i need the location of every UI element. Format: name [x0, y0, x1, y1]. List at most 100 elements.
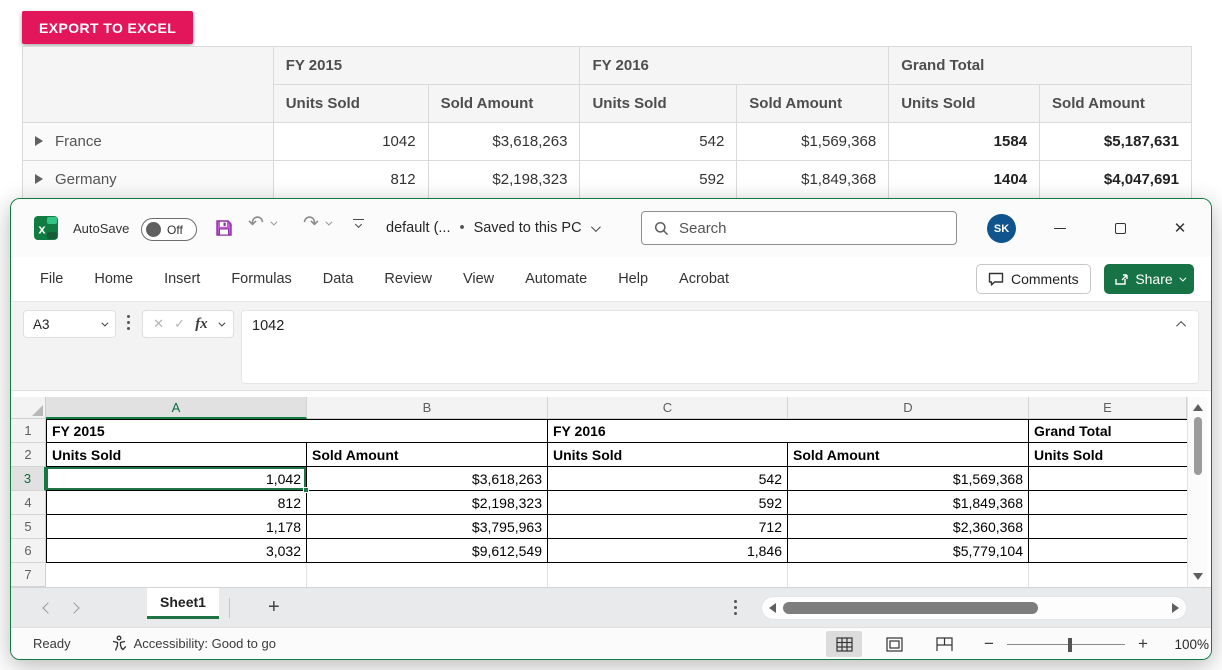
tab-acrobat[interactable]: Acrobat	[679, 271, 729, 287]
zoom-out-button[interactable]: −	[979, 634, 999, 654]
pivot-group-header[interactable]: FY 2016	[580, 47, 889, 85]
collapse-formula-bar-icon[interactable]	[1176, 321, 1186, 331]
pivot-row-header[interactable]: France	[23, 123, 274, 161]
tab-view[interactable]: View	[463, 271, 494, 287]
undo-button[interactable]: ↶	[248, 214, 275, 233]
insert-function-icon[interactable]: fx	[195, 316, 208, 333]
row-header-4[interactable]: 4	[11, 491, 46, 515]
cell-a7[interactable]	[46, 563, 307, 587]
vertical-scrollbar[interactable]	[1187, 397, 1207, 587]
tab-data[interactable]: Data	[323, 271, 354, 287]
row-header-5[interactable]: 5	[11, 515, 46, 539]
comments-button[interactable]: Comments	[976, 264, 1091, 294]
accessibility-status[interactable]: Accessibility: Good to go	[111, 635, 276, 652]
cell-b7[interactable]	[307, 563, 548, 587]
column-header-a[interactable]: A	[46, 397, 307, 419]
pivot-total-value[interactable]: $4,047,691	[1040, 161, 1192, 199]
cell-d7[interactable]	[788, 563, 1029, 587]
search-input[interactable]	[679, 220, 919, 237]
tab-help[interactable]: Help	[618, 271, 648, 287]
row-header-6[interactable]: 6	[11, 539, 46, 563]
cell-c6[interactable]: 1,846	[548, 539, 788, 563]
pivot-total-value[interactable]: $5,187,631	[1040, 123, 1192, 161]
pivot-measure-header[interactable]: Sold Amount	[428, 85, 580, 123]
quick-access-overflow-button[interactable]	[352, 219, 364, 227]
pivot-value[interactable]: 1042	[273, 123, 428, 161]
tab-home[interactable]: Home	[94, 271, 133, 287]
save-button[interactable]	[211, 214, 237, 242]
cell-b4[interactable]: $2,198,323	[307, 491, 548, 515]
search-box[interactable]	[641, 211, 957, 245]
minimize-button[interactable]	[1038, 199, 1082, 257]
zoom-in-button[interactable]: +	[1133, 634, 1153, 654]
cell-e6[interactable]	[1029, 539, 1187, 563]
cell-e5[interactable]	[1029, 515, 1187, 539]
row-header-7[interactable]: 7	[11, 563, 46, 587]
cell-a2[interactable]: Units Sold	[46, 443, 307, 467]
cell-d6[interactable]: $5,779,104	[788, 539, 1029, 563]
pivot-measure-header[interactable]: Units Sold	[580, 85, 737, 123]
cell-b5[interactable]: $3,795,963	[307, 515, 548, 539]
document-title[interactable]: default (... • Saved to this PC	[386, 220, 598, 236]
column-header-c[interactable]: C	[548, 397, 788, 419]
column-header-d[interactable]: D	[788, 397, 1029, 419]
cell-d3[interactable]: $1,569,368	[788, 467, 1029, 491]
cell-c5[interactable]: 712	[548, 515, 788, 539]
column-header-b[interactable]: B	[307, 397, 548, 419]
share-button[interactable]: Share	[1104, 264, 1194, 294]
pivot-measure-header[interactable]: Sold Amount	[737, 85, 889, 123]
vertical-scroll-thumb[interactable]	[1194, 417, 1202, 475]
cell-a6[interactable]: 3,032	[46, 539, 307, 563]
cell-a1[interactable]: FY 2015	[46, 419, 548, 443]
pivot-group-header[interactable]: Grand Total	[889, 47, 1192, 85]
enter-icon[interactable]: ✓	[174, 316, 185, 332]
zoom-level[interactable]: 100%	[1167, 637, 1209, 652]
pivot-total-value[interactable]: 1584	[889, 123, 1040, 161]
cell-b3[interactable]: $3,618,263	[307, 467, 548, 491]
tab-insert[interactable]: Insert	[164, 271, 200, 287]
cell-a3-selected[interactable]: 1,042	[46, 467, 307, 491]
pivot-measure-header[interactable]: Units Sold	[889, 85, 1040, 123]
zoom-slider-handle[interactable]	[1068, 638, 1072, 652]
cell-c7[interactable]	[548, 563, 788, 587]
tab-automate[interactable]: Automate	[525, 271, 587, 287]
pivot-value[interactable]: $1,569,368	[737, 123, 889, 161]
pivot-value[interactable]: $1,849,368	[737, 161, 889, 199]
cell-e2[interactable]: Units Sold	[1029, 443, 1187, 467]
pivot-value[interactable]: 542	[580, 123, 737, 161]
chevron-down-icon[interactable]	[218, 319, 225, 326]
cell-e4[interactable]	[1029, 491, 1187, 515]
close-button[interactable]: ✕	[1158, 199, 1202, 257]
cell-e7[interactable]	[1029, 563, 1187, 587]
horizontal-scroll-thumb[interactable]	[783, 602, 1038, 614]
name-box[interactable]: A3	[23, 310, 116, 338]
row-header-3[interactable]: 3	[11, 467, 46, 491]
scrollbar-resize-handle[interactable]	[734, 600, 737, 615]
autosave-toggle[interactable]: Off	[141, 218, 197, 241]
prev-sheet-button[interactable]	[35, 595, 61, 621]
formula-input[interactable]: 1042	[241, 310, 1199, 384]
row-header-1[interactable]: 1	[11, 419, 46, 443]
formula-bar-drag-handle[interactable]	[127, 315, 130, 330]
cancel-icon[interactable]: ✕	[153, 316, 164, 332]
sheet-tab-sheet1[interactable]: Sheet1	[147, 588, 219, 619]
export-to-excel-button[interactable]: EXPORT TO EXCEL	[22, 11, 193, 44]
pivot-group-header[interactable]: FY 2015	[273, 47, 580, 85]
page-break-preview-button[interactable]	[926, 631, 962, 657]
pivot-value[interactable]: 592	[580, 161, 737, 199]
tab-formulas[interactable]: Formulas	[231, 271, 291, 287]
column-header-e[interactable]: E	[1029, 397, 1187, 419]
cell-e3[interactable]	[1029, 467, 1187, 491]
redo-chevron-icon[interactable]	[325, 219, 332, 226]
row-header-2[interactable]: 2	[11, 443, 46, 467]
tab-file[interactable]: File	[40, 271, 63, 287]
fill-handle[interactable]	[303, 487, 309, 493]
normal-view-button[interactable]	[826, 631, 862, 657]
scroll-up-icon[interactable]	[1193, 404, 1203, 411]
pivot-value[interactable]: $2,198,323	[428, 161, 580, 199]
pivot-value[interactable]: 812	[273, 161, 428, 199]
pivot-row-header[interactable]: Germany	[23, 161, 274, 199]
expand-icon[interactable]	[35, 136, 43, 146]
cell-d5[interactable]: $2,360,368	[788, 515, 1029, 539]
cell-b6[interactable]: $9,612,549	[307, 539, 548, 563]
